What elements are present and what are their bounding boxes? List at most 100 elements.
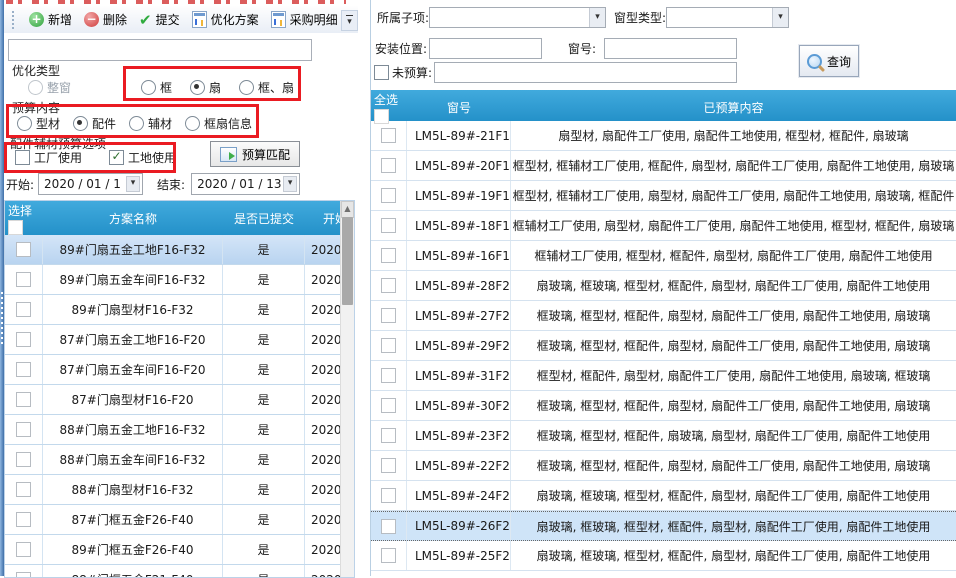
chevron-down-icon[interactable]: ▾ xyxy=(772,8,788,27)
checkbox-option[interactable]: 工厂使用 xyxy=(15,149,82,166)
window-row[interactable]: LM5L-89#-22F20框玻璃, 框型材, 框配件, 扇型材, 扇配件工厂使… xyxy=(371,451,956,481)
window-row[interactable]: LM5L-89#-30F28框玻璃, 框型材, 框配件, 扇型材, 扇配件工厂使… xyxy=(371,391,956,421)
row-checkbox[interactable] xyxy=(381,428,396,443)
purchase-detail-button[interactable]: 采购明细 ▾ xyxy=(265,9,353,30)
end-date-picker[interactable]: 2020 / 01 / 13 ▾ xyxy=(191,173,300,195)
row-checkbox[interactable] xyxy=(381,188,396,203)
row-checkbox[interactable] xyxy=(381,338,396,353)
row-checkbox[interactable] xyxy=(16,332,31,347)
row-checkbox[interactable] xyxy=(381,519,396,534)
start-date: 2020/0 xyxy=(305,475,341,504)
delete-button[interactable]: − 删除 xyxy=(78,9,133,30)
plan-row[interactable]: 89#门框五金F26-F40是2020/0 xyxy=(5,535,341,565)
scrollbar-thumb[interactable] xyxy=(342,217,353,305)
radio-option[interactable]: 型材 xyxy=(17,115,60,132)
row-checkbox[interactable] xyxy=(381,158,396,173)
row-checkbox[interactable] xyxy=(381,308,396,323)
row-checkbox[interactable] xyxy=(381,218,396,233)
radio-option[interactable]: 框 xyxy=(141,79,172,96)
window-row[interactable]: LM5L-89#-23F21框玻璃, 框型材, 框配件, 扇玻璃, 扇型材, 扇… xyxy=(371,421,956,451)
start-date-picker[interactable]: 2020 / 01 / 1 ▾ xyxy=(38,173,143,195)
budgeted-content: 框辅材工厂使用, 框型材, 框配件, 扇型材, 扇配件工厂使用, 扇配件工地使用 xyxy=(511,241,956,270)
radio-option[interactable]: 框扇信息 xyxy=(185,115,252,132)
select-cell xyxy=(371,512,407,540)
window-code: LM5L-89#-30F28 xyxy=(407,391,511,420)
chevron-down-icon[interactable]: ▾ xyxy=(126,176,140,192)
plan-table-scrollbar[interactable]: ▲ xyxy=(340,201,354,577)
row-checkbox[interactable] xyxy=(381,278,396,293)
start-date: 2020/0 xyxy=(305,355,341,384)
scroll-up-arrow[interactable]: ▲ xyxy=(341,201,354,218)
radio-option[interactable]: 配件 xyxy=(73,115,116,132)
row-checkbox[interactable] xyxy=(381,458,396,473)
row-checkbox[interactable] xyxy=(381,128,396,143)
window-row[interactable]: LM5L-89#-19F17框型材, 框辅材工厂使用, 扇型材, 扇配件工厂使用… xyxy=(371,181,956,211)
radio-option[interactable]: 扇 xyxy=(190,79,221,96)
plan-row[interactable]: 89#门扇型材F16-F32是2020/0 xyxy=(5,295,341,325)
window-row[interactable]: LM5L-89#-25F23扇玻璃, 框玻璃, 框型材, 框配件, 扇型材, 扇… xyxy=(371,541,956,571)
window-row[interactable]: LM5L-89#-27F25框玻璃, 框型材, 框配件, 扇型材, 扇配件工厂使… xyxy=(371,301,956,331)
row-checkbox[interactable] xyxy=(381,488,396,503)
optimize-plan-button[interactable]: 优化方案 xyxy=(186,9,265,30)
radio-option[interactable]: 框、扇 xyxy=(239,79,294,96)
chevron-down-icon[interactable]: ▾ xyxy=(283,176,297,192)
plan-row[interactable]: 88#门扇型材F16-F32是2020/0 xyxy=(5,475,341,505)
plan-name: 87#门框五金F26-F40 xyxy=(43,505,223,534)
row-checkbox[interactable] xyxy=(16,242,31,257)
toolbar-grip[interactable] xyxy=(12,11,17,29)
plan-row[interactable]: 88#门框五金F21-F40是2020/0 xyxy=(5,565,341,577)
budgeted-content: 框玻璃, 框型材, 框配件, 扇玻璃, 扇型材, 扇配件工厂使用, 扇配件工地使… xyxy=(511,421,956,450)
window-type-combobox[interactable]: ▾ xyxy=(666,7,789,28)
row-checkbox[interactable] xyxy=(16,572,31,577)
submit-button[interactable]: ✔ 提交 xyxy=(133,9,186,30)
add-button[interactable]: + 新增 xyxy=(23,9,78,30)
window-row[interactable]: LM5L-89#-24F22扇玻璃, 框玻璃, 框型材, 框配件, 扇型材, 扇… xyxy=(371,481,956,511)
row-checkbox[interactable] xyxy=(16,392,31,407)
plan-row[interactable]: 88#门扇五金车间F16-F32是2020/0 xyxy=(5,445,341,475)
radio-option[interactable]: 辅材 xyxy=(129,115,172,132)
window-row[interactable]: LM5L-89#-21F19扇型材, 扇配件工厂使用, 扇配件工地使用, 框型材… xyxy=(371,121,956,151)
plan-row[interactable]: 87#门框五金F26-F40是2020/0 xyxy=(5,505,341,535)
row-checkbox[interactable] xyxy=(381,248,396,263)
row-checkbox[interactable] xyxy=(381,548,396,563)
row-checkbox[interactable] xyxy=(16,452,31,467)
submitted-flag: 是 xyxy=(223,565,305,577)
select-all-checkbox[interactable] xyxy=(8,220,23,235)
sub-item-combobox[interactable]: ▾ xyxy=(429,7,606,28)
row-checkbox[interactable] xyxy=(16,422,31,437)
row-checkbox[interactable] xyxy=(16,482,31,497)
window-row[interactable]: LM5L-89#-29F27框玻璃, 框型材, 框配件, 扇型材, 扇配件工厂使… xyxy=(371,331,956,361)
window-row[interactable]: LM5L-89#-26F24扇玻璃, 框玻璃, 框型材, 框配件, 扇型材, 扇… xyxy=(371,511,956,541)
budget-match-button[interactable]: 预算匹配 xyxy=(210,141,300,167)
no-budget-checkbox[interactable] xyxy=(374,65,389,80)
row-checkbox[interactable] xyxy=(16,302,31,317)
row-checkbox[interactable] xyxy=(381,368,396,383)
window-row[interactable]: LM5L-89#-16F15框辅材工厂使用, 框型材, 框配件, 扇型材, 扇配… xyxy=(371,241,956,271)
row-checkbox[interactable] xyxy=(16,542,31,557)
plan-row[interactable]: 87#门扇五金工地F16-F20是2020/0 xyxy=(5,325,341,355)
plan-row[interactable]: 88#门扇五金工地F16-F32是2020/0 xyxy=(5,415,341,445)
plan-filter-input[interactable] xyxy=(8,39,312,61)
window-row[interactable]: LM5L-89#-28F26扇玻璃, 框玻璃, 框型材, 框配件, 扇型材, 扇… xyxy=(371,271,956,301)
chevron-down-icon[interactable]: ▾ xyxy=(589,8,605,27)
plan-row[interactable]: 89#门扇五金车间F16-F32是2020/0 xyxy=(5,265,341,295)
row-checkbox[interactable] xyxy=(16,362,31,377)
plan-row[interactable]: 87#门扇五金车间F16-F20是2020/0 xyxy=(5,355,341,385)
no-budget-input[interactable] xyxy=(434,62,737,83)
window-row[interactable]: LM5L-89#-20F18框型材, 框辅材工厂使用, 框配件, 扇型材, 扇配… xyxy=(371,151,956,181)
plan-row[interactable]: 89#门扇五金工地F16-F32是2020/0 xyxy=(5,235,341,265)
window-row[interactable]: LM5L-89#-18F16框辅材工厂使用, 扇型材, 扇配件工厂使用, 扇配件… xyxy=(371,211,956,241)
checkbox-option[interactable]: 工地使用 xyxy=(109,149,176,166)
window-no-input[interactable] xyxy=(604,38,737,59)
plan-name: 87#门扇五金工地F16-F20 xyxy=(43,325,223,354)
install-position-input[interactable] xyxy=(429,38,542,59)
toolbar-overflow-button[interactable]: ▾ xyxy=(341,10,358,31)
radio-option[interactable]: 整窗 xyxy=(28,79,71,96)
row-checkbox[interactable] xyxy=(16,512,31,527)
row-checkbox[interactable] xyxy=(16,272,31,287)
window-row[interactable]: LM5L-89#-31F29框型材, 框配件, 扇型材, 扇配件工厂使用, 扇配… xyxy=(371,361,956,391)
row-checkbox[interactable] xyxy=(381,398,396,413)
select-cell xyxy=(5,505,43,534)
budgeted-content: 框玻璃, 框型材, 框配件, 扇型材, 扇配件工厂使用, 扇配件工地使用, 扇玻… xyxy=(511,331,956,360)
plan-row[interactable]: 87#门扇型材F16-F20是2020/0 xyxy=(5,385,341,415)
